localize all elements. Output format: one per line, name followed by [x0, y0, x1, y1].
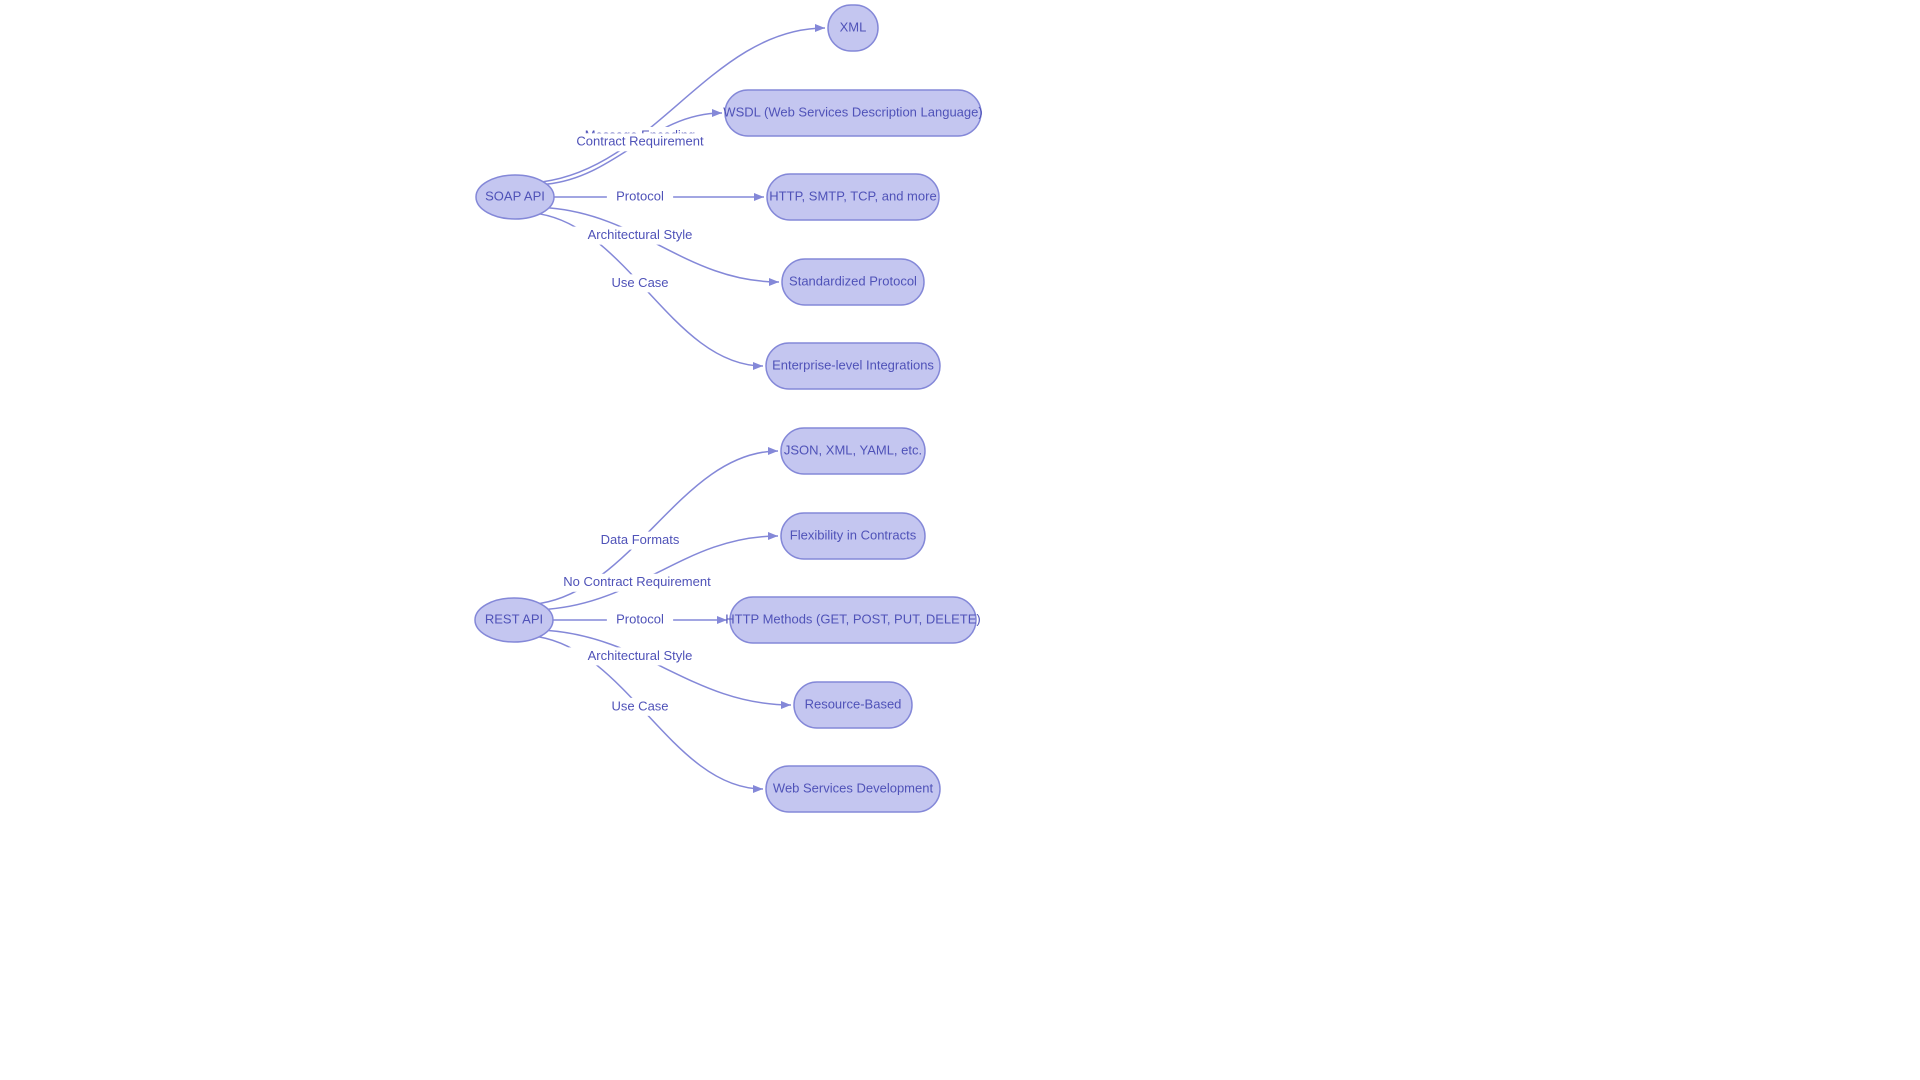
- target-label-soap-2: HTTP, SMTP, TCP, and more: [769, 188, 936, 203]
- root-label-rest: REST API: [485, 611, 543, 626]
- edge-label-soap-2: Protocol: [616, 188, 664, 203]
- target-label-soap-3: Standardized Protocol: [789, 273, 917, 288]
- edge-label-rest-3: Architectural Style: [588, 648, 693, 663]
- target-label-rest-4: Web Services Development: [773, 780, 934, 795]
- edge-label-rest-1: No Contract Requirement: [563, 574, 711, 589]
- edge-label-rest-4: Use Case: [611, 698, 668, 713]
- edge-label-soap-1: Contract Requirement: [576, 134, 704, 149]
- target-label-rest-0: JSON, XML, YAML, etc.: [784, 442, 922, 457]
- target-label-rest-2: HTTP Methods (GET, POST, PUT, DELETE): [725, 611, 981, 626]
- target-label-soap-4: Enterprise-level Integrations: [772, 357, 934, 372]
- root-label-soap: SOAP API: [485, 188, 545, 203]
- target-label-rest-1: Flexibility in Contracts: [790, 527, 917, 542]
- target-label-soap-0: XML: [840, 19, 867, 34]
- edge-label-soap-4: Use Case: [611, 275, 668, 290]
- edge-soap-3: [549, 208, 779, 282]
- target-label-soap-1: WSDL (Web Services Description Language): [723, 104, 982, 119]
- api-comparison-diagram: Message EncodingContract RequirementProt…: [0, 0, 1920, 1080]
- edge-label-rest-2: Protocol: [616, 611, 664, 626]
- edge-label-soap-3: Architectural Style: [588, 227, 693, 242]
- edge-label-rest-0: Data Formats: [601, 532, 680, 547]
- target-label-rest-3: Resource-Based: [805, 696, 902, 711]
